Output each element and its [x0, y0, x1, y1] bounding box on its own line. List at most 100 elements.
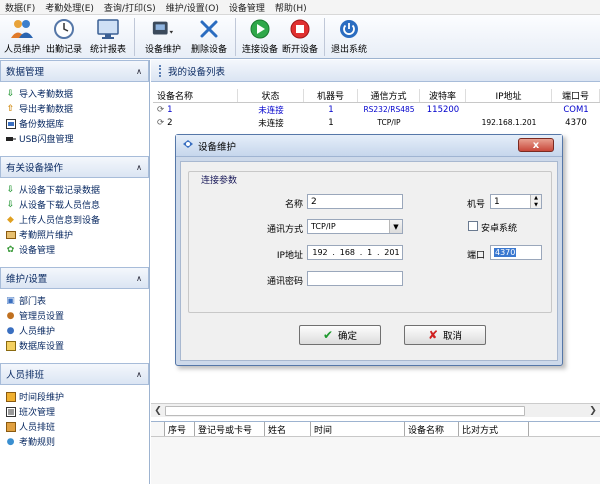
- cell-device-name: 2: [167, 117, 173, 128]
- sidebar-item-staff-scheduling[interactable]: 人员排班: [5, 419, 149, 434]
- column-baud-rate[interactable]: 波特率: [420, 89, 466, 102]
- port-input[interactable]: 4370: [490, 245, 542, 260]
- download-arrow-icon: ⇩: [6, 184, 15, 195]
- machine-no-spinner[interactable]: 1 ▲ ▼: [490, 194, 542, 209]
- sidebar-item-time-periods[interactable]: 时间段维护: [5, 389, 149, 404]
- spinner-arrows[interactable]: ▲ ▼: [530, 195, 541, 208]
- checkmark-icon: ✔: [322, 328, 334, 342]
- column-machine-no[interactable]: 机器号: [304, 89, 358, 102]
- usb-icon: [5, 133, 16, 144]
- menu-attendance[interactable]: 考勤处理(E): [40, 1, 99, 14]
- comm-password-input[interactable]: [307, 271, 403, 286]
- staff-maintenance-button[interactable]: 人员维护: [2, 15, 42, 59]
- column-device-name[interactable]: 设备名称: [405, 422, 459, 436]
- device-row-icon: ⟳: [157, 117, 165, 128]
- download-arrow-icon: ⇩: [6, 199, 15, 210]
- menu-help[interactable]: 帮助(H): [270, 1, 312, 14]
- comm-mode-select[interactable]: TCP/IP ▼: [307, 219, 403, 234]
- dialog-body: 连接参数 名称 2 机号 1 ▲ ▼ 通讯方式 TCP/IP ▼ 安卓系统 IP地…: [180, 161, 558, 361]
- sidebar-item-usb-disk[interactable]: USB闪盘管理: [5, 131, 149, 146]
- ip-octet-2: 168: [339, 248, 356, 257]
- sidebar-item-database-settings[interactable]: 数据库设置: [5, 338, 149, 353]
- collapse-chevron-icon[interactable]: ∧: [136, 370, 142, 379]
- column-comm-mode[interactable]: 通信方式: [358, 89, 420, 102]
- collapse-chevron-icon[interactable]: ∧: [136, 163, 142, 172]
- table-row[interactable]: ⟳ 1 未连接 1 RS232/RS485 115200 COM1: [153, 103, 600, 116]
- spin-down-icon[interactable]: ▼: [531, 201, 541, 208]
- cell-ip-address: [466, 103, 552, 116]
- cell-comm-mode: TCP/IP: [377, 118, 401, 127]
- sidebar-item-staff-maintenance[interactable]: ● 人员维护: [5, 323, 149, 338]
- sidebar-item-admin-settings[interactable]: ● 管理员设置: [5, 308, 149, 323]
- sidebar-item-shift-management[interactable]: 班次管理: [5, 404, 149, 419]
- column-name[interactable]: 姓名: [265, 422, 311, 436]
- close-icon: x: [532, 139, 540, 151]
- ok-button[interactable]: ✔ 确定: [299, 325, 381, 345]
- disconnect-device-button[interactable]: 断开设备: [280, 15, 320, 59]
- sidebar-item-departments[interactable]: ▣ 部门表: [5, 293, 149, 308]
- sidebar-item-download-records[interactable]: ⇩ 从设备下载记录数据: [5, 182, 149, 197]
- chevron-down-icon[interactable]: ▼: [389, 220, 402, 233]
- column-verify-mode[interactable]: 比对方式: [459, 422, 529, 436]
- delete-device-button[interactable]: 删除设备: [187, 15, 231, 59]
- sidebar-item-attendance-rules[interactable]: ● 考勤规则: [5, 434, 149, 449]
- android-label: 安卓系统: [481, 224, 518, 234]
- scrollbar-thumb[interactable]: [165, 405, 525, 416]
- menu-bar: 数据(F) 考勤处理(E) 查询/打印(S) 维护/设置(O) 设备管理 帮助(…: [0, 0, 600, 15]
- exit-system-button[interactable]: 退出系统: [329, 15, 369, 59]
- statistics-report-button[interactable]: 统计报表: [86, 15, 130, 59]
- department-icon: ▣: [6, 295, 15, 306]
- attendance-records-button[interactable]: 出勤记录: [42, 15, 86, 59]
- cancel-x-icon: ✘: [427, 328, 439, 342]
- clock-icon: [52, 18, 76, 40]
- dialog-close-button[interactable]: x: [518, 138, 554, 152]
- sidebar-item-export-attendance[interactable]: ⇧ 导出考勤数据: [5, 101, 149, 116]
- collapse-chevron-icon[interactable]: ∧: [136, 274, 142, 283]
- section-header-scheduling[interactable]: 人员排班 ∧: [0, 363, 149, 385]
- dialog-titlebar[interactable]: 设备维护: [176, 135, 562, 157]
- machine-no-label: 机号: [466, 200, 485, 210]
- scroll-right-icon[interactable]: ❯: [586, 404, 600, 418]
- toolbar-separator: [324, 18, 325, 56]
- column-status[interactable]: 状态: [238, 89, 304, 102]
- collapse-chevron-icon[interactable]: ∧: [136, 67, 142, 76]
- sidebar-item-backup-database[interactable]: 备份数据库: [5, 116, 149, 131]
- cell-device-name: 1: [167, 104, 173, 115]
- ip-address-input[interactable]: 192. 168. 1. 201: [307, 245, 403, 260]
- connect-device-button[interactable]: 连接设备: [240, 15, 280, 59]
- column-port[interactable]: 端口号: [552, 89, 600, 102]
- port-value: 4370: [494, 248, 517, 257]
- column-ip-address[interactable]: IP地址: [466, 89, 552, 102]
- name-input[interactable]: 2: [307, 194, 403, 209]
- sidebar-item-download-staff[interactable]: ⇩ 从设备下载人员信息: [5, 197, 149, 212]
- comm-mode-value: TCP/IP: [311, 222, 336, 231]
- column-seq[interactable]: 序号: [165, 422, 195, 436]
- scroll-left-icon[interactable]: ❮: [151, 404, 165, 418]
- cell-baud-rate: 115200: [426, 104, 460, 115]
- section-header-data-management[interactable]: 数据管理 ∧: [0, 60, 149, 82]
- cancel-button[interactable]: ✘ 取消: [404, 325, 486, 345]
- section-body-settings: ▣ 部门表 ● 管理员设置 ● 人员维护 数据库设置: [0, 289, 149, 357]
- column-device-name[interactable]: 设备名称: [153, 89, 238, 102]
- column-card-no[interactable]: 登记号或卡号: [195, 422, 265, 436]
- sidebar-item-device-management[interactable]: ✿ 设备管理: [5, 242, 149, 257]
- android-checkbox[interactable]: [468, 221, 478, 231]
- menu-maintenance[interactable]: 维护/设置(O): [161, 1, 224, 14]
- section-header-device-operations[interactable]: 有关设备操作 ∧: [0, 156, 149, 178]
- database-icon: [5, 340, 16, 351]
- section-header-settings[interactable]: 维护/设置 ∧: [0, 267, 149, 289]
- scrollbar-track[interactable]: [165, 405, 586, 416]
- menu-data[interactable]: 数据(F): [0, 1, 40, 14]
- table-row[interactable]: ⟳ 2 未连接 1 TCP/IP 192.168.1.201 4370: [153, 116, 600, 129]
- ip-octet-1: 192: [312, 248, 328, 257]
- device-icon: [151, 18, 175, 40]
- menu-query-print[interactable]: 查询/打印(S): [99, 1, 161, 14]
- device-maintenance-button[interactable]: 设备维护: [139, 15, 187, 59]
- power-icon: [337, 18, 361, 40]
- column-time[interactable]: 时间: [311, 422, 405, 436]
- sidebar-item-upload-staff[interactable]: ◆ 上传人员信息到设备: [5, 212, 149, 227]
- menu-device[interactable]: 设备管理: [224, 1, 270, 14]
- sidebar-item-attendance-photos[interactable]: 考勤照片维护: [5, 227, 149, 242]
- horizontal-scrollbar[interactable]: ❮ ❯: [151, 403, 600, 417]
- sidebar-item-import-attendance[interactable]: ⇩ 导入考勤数据: [5, 86, 149, 101]
